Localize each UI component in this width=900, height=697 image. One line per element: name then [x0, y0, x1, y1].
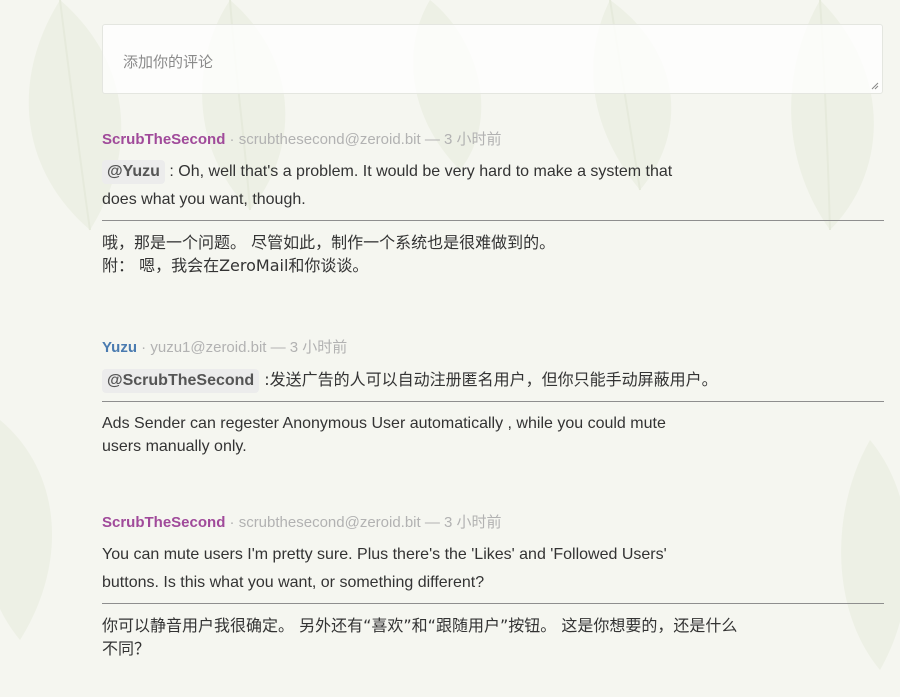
comment-body: You can mute users I'm pretty sure. Plus…: [102, 541, 884, 597]
comment-author[interactable]: Yuzu: [102, 339, 137, 356]
mention-tag[interactable]: @Yuzu: [102, 160, 165, 184]
comment-text-line2: does what you want, though.: [102, 191, 306, 208]
comment-item: ScrubTheSecond · scrubthesecond@zeroid.b…: [102, 513, 884, 660]
comment-placeholder: 添加你的评论: [123, 53, 214, 71]
divider: [102, 220, 884, 221]
translation-line2: users manually only.: [102, 438, 247, 455]
comment-text-line1: :发送广告的人可以自动注册匿名用户，但你只能手动屏蔽用户。: [259, 370, 718, 389]
comment-translation: 哦，那是一个问题。 尽管如此，制作一个系统也是很难做到的。 附： 嗯，我会在Ze…: [102, 231, 884, 277]
comment-translation: Ads Sender can regester Anonymous User a…: [102, 412, 884, 458]
comment-user-time: · scrubthesecond@zeroid.bit — 3 小时前: [225, 514, 502, 531]
comment-meta: ScrubTheSecond · scrubthesecond@zeroid.b…: [102, 130, 884, 150]
comment-user-time: · yuzu1@zeroid.bit — 3 小时前: [137, 339, 348, 356]
comment-item: Yuzu · yuzu1@zeroid.bit — 3 小时前 @ScrubTh…: [102, 338, 884, 458]
comment-item: ScrubTheSecond · scrubthesecond@zeroid.b…: [102, 130, 884, 277]
comment-text-line2: buttons. Is this what you want, or somet…: [102, 574, 485, 591]
translation-line1: Ads Sender can regester Anonymous User a…: [102, 415, 666, 432]
divider: [102, 603, 884, 604]
resize-grip-icon[interactable]: [870, 81, 879, 90]
comment-meta: ScrubTheSecond · scrubthesecond@zeroid.b…: [102, 513, 884, 533]
comment-translation: 你可以静音用户我很确定。 另外还有“喜欢”和“跟随用户”按钮。 这是你想要的，还…: [102, 614, 884, 660]
translation-line1: 哦，那是一个问题。 尽管如此，制作一个系统也是很难做到的。: [102, 233, 556, 252]
comment-user-time: · scrubthesecond@zeroid.bit — 3 小时前: [225, 131, 502, 148]
comment-body: @Yuzu : Oh, well that's a problem. It wo…: [102, 158, 884, 214]
comment-textarea[interactable]: 添加你的评论: [102, 24, 883, 94]
comment-text-line1: You can mute users I'm pretty sure. Plus…: [102, 546, 667, 563]
comment-author[interactable]: ScrubTheSecond: [102, 514, 225, 531]
comment-author[interactable]: ScrubTheSecond: [102, 131, 225, 148]
comment-body: @ScrubTheSecond :发送广告的人可以自动注册匿名用户，但你只能手动…: [102, 366, 884, 395]
comment-text-line1: : Oh, well that's a problem. It would be…: [164, 163, 673, 180]
comment-meta: Yuzu · yuzu1@zeroid.bit — 3 小时前: [102, 338, 884, 358]
translation-line2: 附： 嗯，我会在ZeroMail和你谈谈。: [102, 256, 369, 275]
translation-line2: 不同？: [102, 639, 151, 658]
mention-tag[interactable]: @ScrubTheSecond: [102, 369, 260, 393]
translation-line1: 你可以静音用户我很确定。 另外还有“喜欢”和“跟随用户”按钮。 这是你想要的，还…: [102, 616, 738, 635]
divider: [102, 401, 884, 402]
